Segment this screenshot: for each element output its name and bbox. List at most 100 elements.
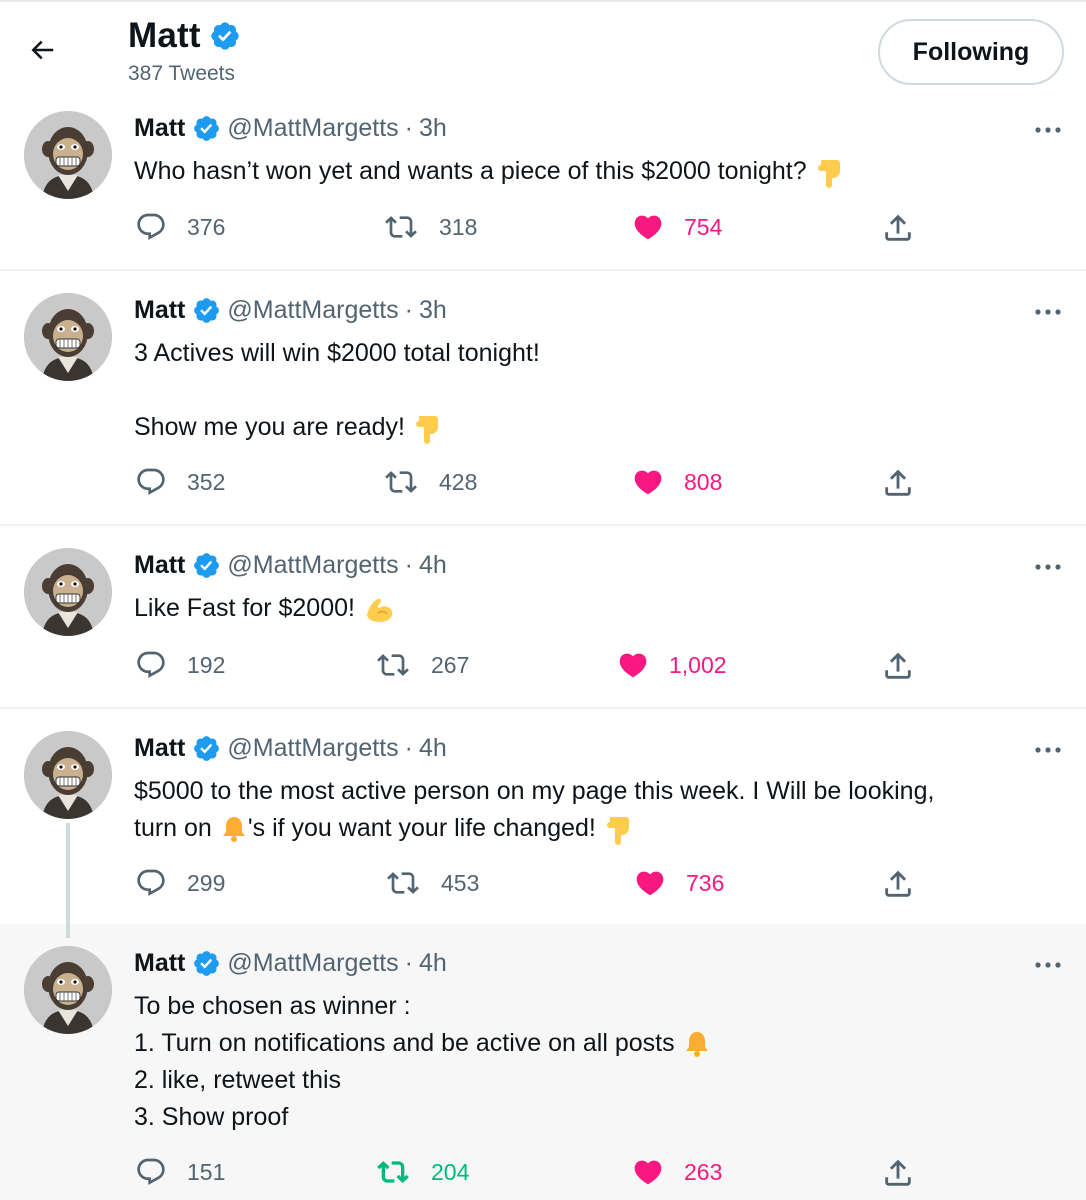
tweet-text-line: 3. Show proof bbox=[134, 1103, 289, 1131]
like-button[interactable]: 808 bbox=[632, 466, 722, 498]
tweet[interactable]: Matt @MattMargetts · 3h Who hasn’t won y… bbox=[0, 98, 1086, 271]
more-options-button[interactable] bbox=[1028, 950, 1068, 980]
retweet-button[interactable]: 453 bbox=[385, 867, 479, 899]
ape-avatar-icon bbox=[24, 946, 112, 1034]
avatar[interactable] bbox=[24, 946, 112, 1034]
tweet-time[interactable]: 4h bbox=[419, 949, 447, 978]
tweet-text: To be chosen as winner : bbox=[134, 988, 411, 1025]
share-upload-icon bbox=[885, 652, 911, 679]
bell-icon bbox=[222, 817, 245, 843]
author-handle[interactable]: @MattMargetts bbox=[227, 949, 398, 978]
author-name[interactable]: Matt bbox=[134, 551, 185, 580]
tweet-text-line: 3 Actives will win $2000 total tonight! bbox=[134, 339, 540, 367]
tweet-text: Like Fast for $2000! bbox=[134, 590, 397, 627]
profile-name-row: Matt bbox=[128, 16, 241, 56]
action-bar: 376 318 754 bbox=[0, 211, 1086, 251]
pointing-down-icon bbox=[817, 160, 840, 189]
like-count: 754 bbox=[684, 213, 723, 240]
tweet-text: 3. Show proof bbox=[134, 1099, 288, 1136]
avatar[interactable] bbox=[24, 293, 112, 381]
retweet-button[interactable]: 204 bbox=[375, 1156, 469, 1188]
reply-count: 151 bbox=[187, 1158, 226, 1185]
avatar[interactable] bbox=[24, 548, 112, 636]
share-button[interactable] bbox=[881, 211, 915, 245]
share-button[interactable] bbox=[881, 466, 915, 500]
author-name[interactable]: Matt bbox=[134, 949, 185, 978]
author-handle[interactable]: @MattMargetts bbox=[227, 114, 398, 143]
tweet-meta: Matt @MattMargetts · 3h bbox=[134, 114, 447, 143]
like-button[interactable]: 736 bbox=[634, 867, 724, 899]
ape-avatar-icon bbox=[24, 548, 112, 636]
reply-button[interactable]: 376 bbox=[135, 211, 225, 243]
author-handle[interactable]: @MattMargetts bbox=[227, 551, 398, 580]
tweet-text-line: 2. like, retweet this bbox=[134, 1066, 342, 1094]
share-upload-icon bbox=[885, 1159, 911, 1186]
retweet-icon bbox=[387, 872, 419, 894]
action-bar: 151 204 263 bbox=[0, 1156, 1086, 1196]
tweet-time[interactable]: 4h bbox=[419, 734, 447, 763]
retweet-count: 453 bbox=[441, 869, 480, 896]
retweet-count: 204 bbox=[431, 1158, 470, 1185]
verified-badge-icon bbox=[194, 116, 220, 141]
author-name[interactable]: Matt bbox=[134, 114, 185, 143]
more-dots-icon bbox=[1035, 309, 1061, 315]
verified-badge-icon bbox=[194, 298, 220, 323]
tweet-text-line: Show me you are ready! bbox=[134, 413, 405, 441]
action-bar: 299 453 736 bbox=[0, 867, 1086, 907]
reply-button[interactable]: 299 bbox=[135, 867, 225, 899]
tweet-text: 2. like, retweet this bbox=[134, 1062, 341, 1099]
tweet-time[interactable]: 3h bbox=[419, 114, 447, 143]
more-options-button[interactable] bbox=[1028, 297, 1068, 327]
reply-icon bbox=[137, 869, 165, 896]
share-upload-icon bbox=[885, 469, 911, 496]
like-button[interactable]: 1,002 bbox=[617, 649, 727, 681]
author-handle[interactable]: @MattMargetts bbox=[227, 296, 398, 325]
heart-filled-icon bbox=[634, 1160, 662, 1185]
reply-icon bbox=[137, 213, 165, 240]
avatar[interactable] bbox=[24, 731, 112, 819]
tweet[interactable]: Matt @MattMargetts · 3h 3 Actives will w… bbox=[0, 271, 1086, 526]
reply-icon bbox=[137, 1158, 165, 1185]
reply-count: 192 bbox=[187, 651, 226, 678]
heart-filled-icon bbox=[636, 871, 664, 896]
thread-connector bbox=[66, 924, 70, 938]
share-button[interactable] bbox=[881, 649, 915, 683]
like-count: 1,002 bbox=[669, 651, 727, 678]
retweet-button[interactable]: 318 bbox=[383, 211, 477, 243]
separator-dot: · bbox=[404, 949, 413, 977]
ape-avatar-icon bbox=[24, 293, 112, 381]
retweet-button[interactable]: 428 bbox=[383, 466, 477, 498]
tweet-text-line: 's if you want your life changed! bbox=[247, 814, 596, 842]
like-button[interactable]: 754 bbox=[632, 211, 722, 243]
more-options-button[interactable] bbox=[1028, 552, 1068, 582]
ape-avatar-icon bbox=[24, 111, 112, 199]
author-handle[interactable]: @MattMargetts bbox=[227, 734, 398, 763]
reply-button[interactable]: 192 bbox=[135, 649, 225, 681]
reply-button[interactable]: 352 bbox=[135, 466, 225, 498]
tweet-meta: Matt @MattMargetts · 4h bbox=[134, 551, 447, 580]
separator-dot: · bbox=[404, 296, 413, 324]
tweet-meta: Matt @MattMargetts · 4h bbox=[134, 734, 447, 763]
author-name[interactable]: Matt bbox=[134, 296, 185, 325]
action-bar: 352 428 808 bbox=[0, 466, 1086, 506]
avatar[interactable] bbox=[24, 111, 112, 199]
share-button[interactable] bbox=[881, 1156, 915, 1190]
tweet[interactable]: Matt @MattMargetts · 4h $5000 to the mos… bbox=[0, 709, 1086, 924]
tweet-text: 3 Actives will win $2000 total tonight! bbox=[134, 335, 540, 372]
tweet[interactable]: Matt @MattMargetts · 4h Like Fast for $2… bbox=[0, 526, 1086, 709]
share-button[interactable] bbox=[881, 867, 915, 901]
reply-button[interactable]: 151 bbox=[135, 1156, 225, 1188]
tweet[interactable]: Matt @MattMargetts · 4h To be chosen as … bbox=[0, 924, 1086, 1200]
following-button[interactable]: Following bbox=[878, 19, 1064, 85]
author-name[interactable]: Matt bbox=[134, 734, 185, 763]
tweet-meta: Matt @MattMargetts · 3h bbox=[134, 296, 447, 325]
tweet-time[interactable]: 3h bbox=[419, 296, 447, 325]
more-options-button[interactable] bbox=[1028, 735, 1068, 765]
retweet-button[interactable]: 267 bbox=[375, 649, 469, 681]
share-upload-icon bbox=[885, 870, 911, 897]
back-button[interactable] bbox=[22, 30, 62, 70]
tweet-text-line: Like Fast for $2000! bbox=[134, 594, 355, 622]
tweet-time[interactable]: 4h bbox=[419, 551, 447, 580]
like-button[interactable]: 263 bbox=[632, 1156, 722, 1188]
more-options-button[interactable] bbox=[1028, 115, 1068, 145]
